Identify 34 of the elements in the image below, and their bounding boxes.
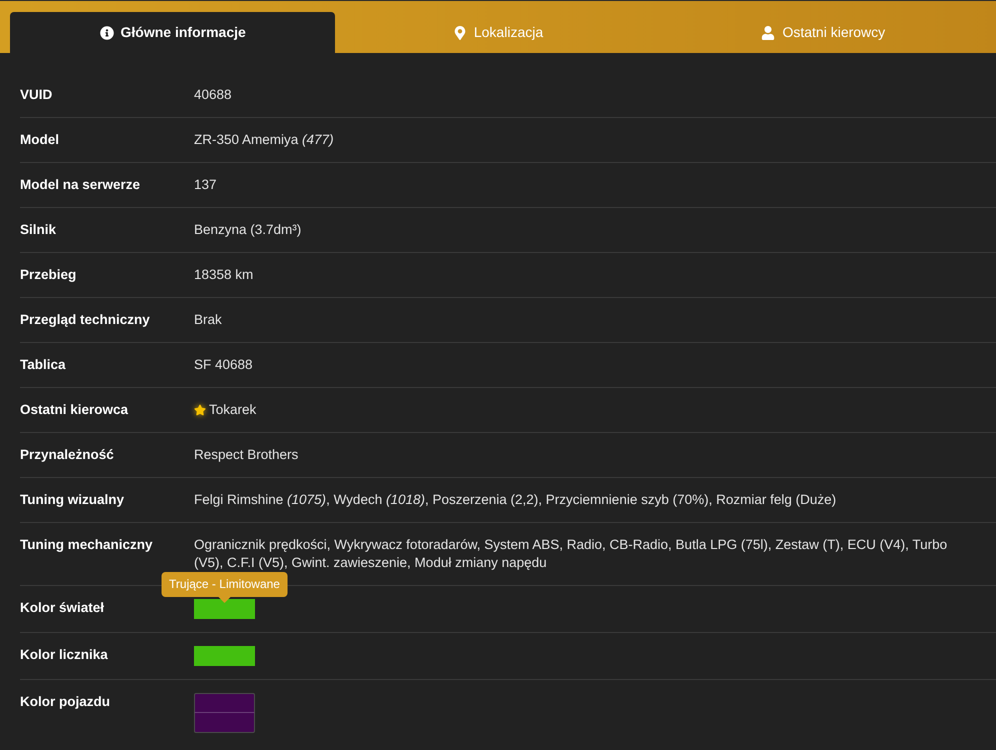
field-label: Model na serwerze — [20, 177, 140, 192]
field-value: ZR-350 Amemiya (477) — [194, 132, 334, 147]
field-label: Tuning mechaniczny — [20, 537, 153, 552]
field-value: Felgi Rimshine (1075), Wydech (1018), Poszerzenia (2,2), Przyciemnienie szyb (70%), Rozmiar felg (Duże) — [194, 492, 836, 507]
field-label: Kolor pojazdu — [20, 694, 110, 709]
tooltip-arrow-icon — [218, 597, 230, 603]
field-value: Respect Brothers — [194, 447, 298, 462]
field-value: Tokarek — [209, 401, 256, 419]
tab[interactable]: Główne informacje — [10, 12, 336, 53]
field-value: 137 — [194, 177, 217, 192]
field-label: Tuning wizualny — [20, 492, 124, 507]
field-label: Przebieg — [20, 267, 76, 282]
field-value: SF 40688 — [194, 357, 253, 372]
field-label: Przegląd techniczny — [20, 312, 150, 327]
tab[interactable]: Lokalizacja — [335, 12, 661, 53]
field-label: Model — [20, 132, 59, 147]
field-value: Ogranicznik prędkości, Wykrywacz fotoradarów, System ABS, Radio, CB-Radio, Butla LPG (75l), Zestaw (T), ECU (V4), Turbo (V5), C.F.I (V5), Gwint. zawieszenie, Moduł zmiany napędu — [194, 537, 948, 570]
field-label: Przynależność — [20, 447, 114, 462]
map-pin-icon — [452, 26, 467, 40]
field-label: Tablica — [20, 357, 66, 372]
field-label: VUID — [20, 87, 52, 102]
info-icon — [100, 26, 114, 40]
tab[interactable]: Ostatni kierowcy — [660, 12, 986, 53]
field-label: Kolor świateł — [20, 600, 104, 615]
field-label: Kolor licznika — [20, 647, 108, 662]
field-label: Ostatni kierowca — [20, 402, 128, 417]
field-label: Silnik — [20, 222, 56, 237]
user-icon — [761, 26, 776, 40]
field-value: Brak — [194, 312, 222, 327]
tooltip: Trujące - Limitowane — [161, 572, 288, 597]
field-value: 18358 km — [194, 267, 254, 282]
star-icon — [194, 404, 206, 416]
field-value: 40688 — [194, 87, 232, 102]
field-value: Benzyna (3.7dm³) — [194, 222, 302, 237]
